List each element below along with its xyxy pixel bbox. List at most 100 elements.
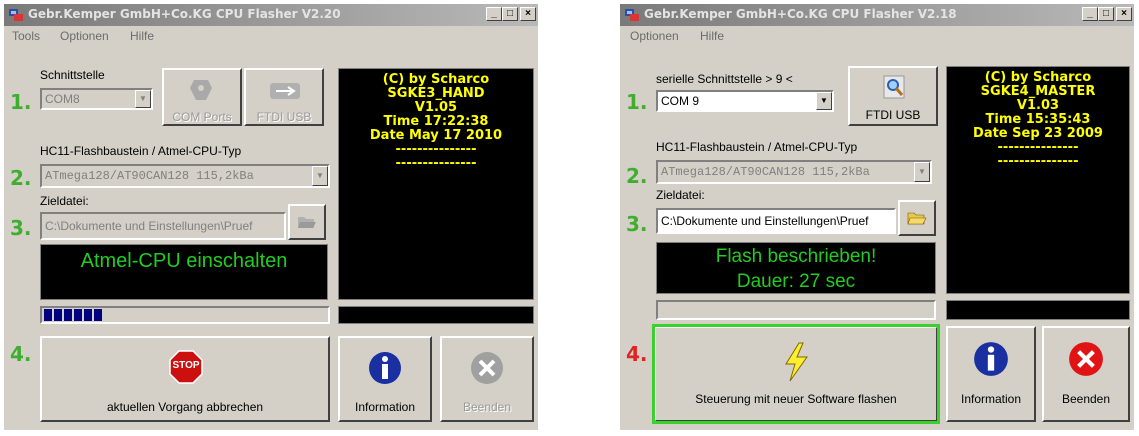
ftdi-usb-label: FTDI USB: [256, 110, 312, 124]
flasher-window-v218: Gebr.Kemper GmbH+Co.KG CPU Flasher V2.18…: [620, 4, 1134, 430]
exit-button[interactable]: Beenden: [440, 336, 534, 422]
port-select[interactable]: COM 9 ▼: [656, 90, 834, 112]
progress-segment: [94, 309, 102, 321]
information-label: Information: [960, 392, 1022, 406]
close-icon[interactable]: ×: [1116, 7, 1132, 21]
close-icon[interactable]: ×: [520, 7, 536, 21]
target-file-value: C:\Dokumente und Einstellungen\Pruef: [45, 219, 253, 233]
close-circle-icon: [1069, 342, 1103, 376]
status-display: Flash beschrieben! Dauer: 27 sec: [656, 242, 936, 294]
chevron-down-icon: ▼: [914, 162, 930, 182]
cpu-type-select[interactable]: ATmega128/AT90CAN128 115,2kBa ▼: [656, 160, 932, 184]
information-label: Information: [354, 400, 416, 414]
info-line: SGKE3_HAND: [387, 86, 485, 101]
exit-button[interactable]: Beenden: [1042, 326, 1130, 422]
progress-segment: [84, 309, 92, 321]
progress-segment: [74, 309, 82, 321]
cpu-type-label: HC11-Flashbaustein / Atmel-CPU-Typ: [40, 144, 242, 158]
info-icon: [369, 352, 401, 384]
status-line: Atmel-CPU einschalten: [80, 250, 288, 272]
folder-open-icon: [298, 217, 316, 228]
app-icon: [625, 9, 639, 21]
interface-label: serielle Schnittstelle > 9 <: [656, 72, 793, 86]
window-title: Gebr.Kemper GmbH+Co.KG CPU Flasher V2.20: [28, 7, 341, 21]
browse-button[interactable]: [288, 204, 326, 240]
step-2: 2.: [626, 164, 648, 188]
progress-bar: [40, 306, 330, 324]
cpu-type-value: ATmega128/AT90CAN128 115,2kBa: [45, 169, 254, 183]
step-4: 4.: [10, 342, 32, 366]
target-file-value: C:\Dokumente und Einstellungen\Pruef: [661, 214, 869, 228]
info-line: ---------------: [395, 142, 477, 157]
title-bar[interactable]: Gebr.Kemper GmbH+Co.KG CPU Flasher V2.20…: [4, 4, 538, 26]
menu-tools[interactable]: Tools: [12, 29, 40, 43]
ftdi-usb-button[interactable]: FTDI USB: [848, 66, 938, 126]
info-line: ---------------: [997, 154, 1079, 169]
progress-segment: [64, 309, 72, 321]
info-line: (C) by Scharco: [382, 72, 490, 87]
cpu-type-label: HC11-Flashbaustein / Atmel-CPU-Typ: [656, 140, 858, 154]
step-2: 2.: [10, 166, 32, 190]
step-3: 3.: [10, 216, 32, 240]
step-1: 1.: [626, 90, 648, 114]
magnifier-icon: [883, 75, 905, 99]
step-4: 4.: [626, 342, 648, 366]
target-file-label: Zieldatei:: [40, 194, 89, 208]
window-title: Gebr.Kemper GmbH+Co.KG CPU Flasher V2.18: [644, 7, 957, 21]
menu-optionen[interactable]: Optionen: [630, 29, 679, 43]
target-file-input[interactable]: C:\Dokumente und Einstellungen\Pruef: [656, 208, 896, 234]
chevron-down-icon: ▼: [816, 92, 832, 110]
info-line: V1.05: [414, 100, 458, 115]
info-line: ---------------: [395, 156, 477, 171]
chevron-down-icon: ▼: [135, 90, 151, 108]
step-1: 1.: [10, 90, 32, 114]
cancel-operation-label: aktuellen Vorgang abbrechen: [106, 400, 264, 414]
information-button[interactable]: Information: [338, 336, 432, 422]
cpu-type-select[interactable]: ATmega128/AT90CAN128 115,2kBa ▼: [40, 164, 330, 188]
com-ports-label: COM Ports: [172, 110, 232, 124]
step-3: 3.: [626, 212, 648, 236]
info-line: Date Sep 23 2009: [973, 126, 1103, 141]
folder-open-icon: [907, 212, 927, 225]
secondary-display: [338, 306, 534, 324]
info-panel: (C) by Scharco SGKE3_HAND V1.05 Time 17:…: [338, 68, 534, 300]
minimize-icon[interactable]: _: [1082, 7, 1098, 21]
target-file-input[interactable]: C:\Dokumente und Einstellungen\Pruef: [40, 212, 286, 240]
maximize-icon[interactable]: □: [502, 7, 518, 21]
browse-button[interactable]: [898, 200, 936, 236]
info-line: ---------------: [997, 140, 1079, 155]
menu-hilfe[interactable]: Hilfe: [130, 29, 154, 43]
ftdi-usb-label: FTDI USB: [865, 108, 921, 122]
flash-software-label: Steuerung mit neuer Software flashen: [695, 392, 897, 406]
cancel-operation-button[interactable]: STOP aktuellen Vorgang abbrechen: [40, 336, 330, 422]
info-line: Time 17:22:38: [383, 114, 489, 129]
info-line: Date May 17 2010: [369, 128, 503, 143]
port-value: COM 9: [661, 94, 700, 108]
interface-label: Schnittstelle: [40, 68, 105, 82]
progress-fill: [44, 309, 104, 321]
information-button[interactable]: Information: [946, 326, 1036, 422]
info-line: V1.03: [1016, 98, 1060, 113]
flash-software-button[interactable]: Steuerung mit neuer Software flashen: [652, 324, 940, 424]
progress-bar: [656, 300, 936, 320]
progress-segment: [54, 309, 62, 321]
status-display: Atmel-CPU einschalten: [40, 244, 328, 300]
ftdi-usb-button[interactable]: FTDI USB: [244, 68, 324, 126]
info-icon: [974, 342, 1008, 376]
title-bar[interactable]: Gebr.Kemper GmbH+Co.KG CPU Flasher V2.18…: [620, 4, 1134, 26]
menu-bar: Tools Optionen Hilfe: [4, 26, 538, 46]
plug-icon: [190, 80, 212, 100]
com-ports-button[interactable]: COM Ports: [162, 68, 242, 126]
port-select[interactable]: COM8 ▼: [40, 88, 153, 110]
minimize-icon[interactable]: _: [486, 7, 502, 21]
menu-optionen[interactable]: Optionen: [60, 29, 109, 43]
status-line: Dauer: 27 sec: [736, 271, 856, 292]
close-circle-icon: [471, 352, 503, 384]
progress-segment: [44, 309, 52, 321]
maximize-icon[interactable]: □: [1098, 7, 1114, 21]
info-line: SGKE4_MASTER: [980, 84, 1096, 99]
cpu-type-value: ATmega128/AT90CAN128 115,2kBa: [661, 165, 870, 179]
secondary-display: [946, 300, 1130, 320]
menu-hilfe[interactable]: Hilfe: [700, 29, 724, 43]
target-file-label: Zieldatei:: [656, 188, 705, 202]
